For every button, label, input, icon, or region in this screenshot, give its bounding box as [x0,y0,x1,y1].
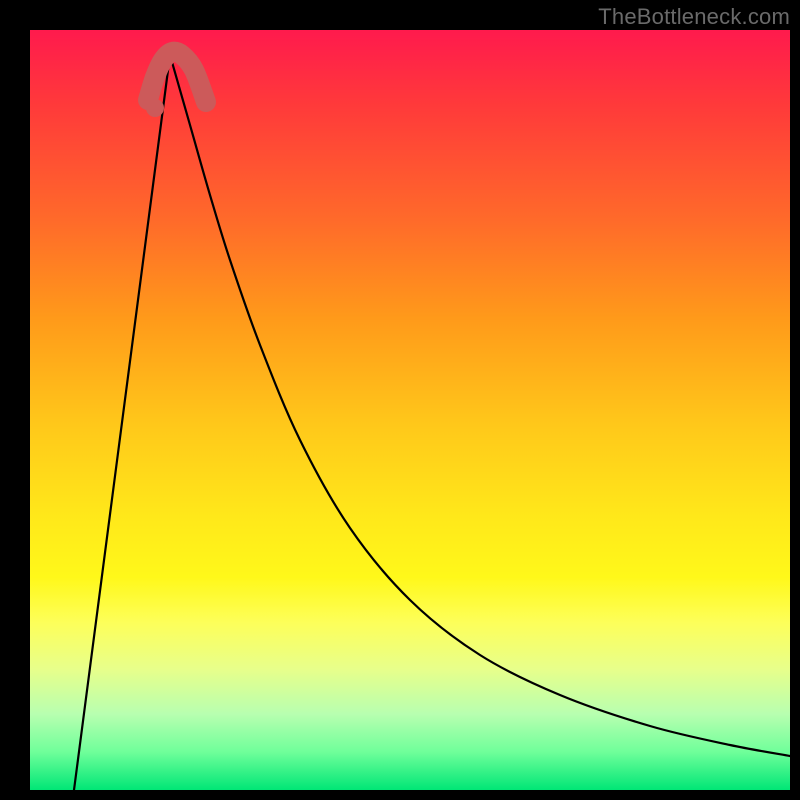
bottleneck-left-line [74,55,170,790]
pink-dot-icon [146,99,164,117]
bottleneck-right-curve [170,55,790,756]
chart-frame: TheBottleneck.com [0,0,800,800]
plot-area [30,30,790,790]
chart-svg [30,30,790,790]
watermark-text: TheBottleneck.com [598,4,790,30]
